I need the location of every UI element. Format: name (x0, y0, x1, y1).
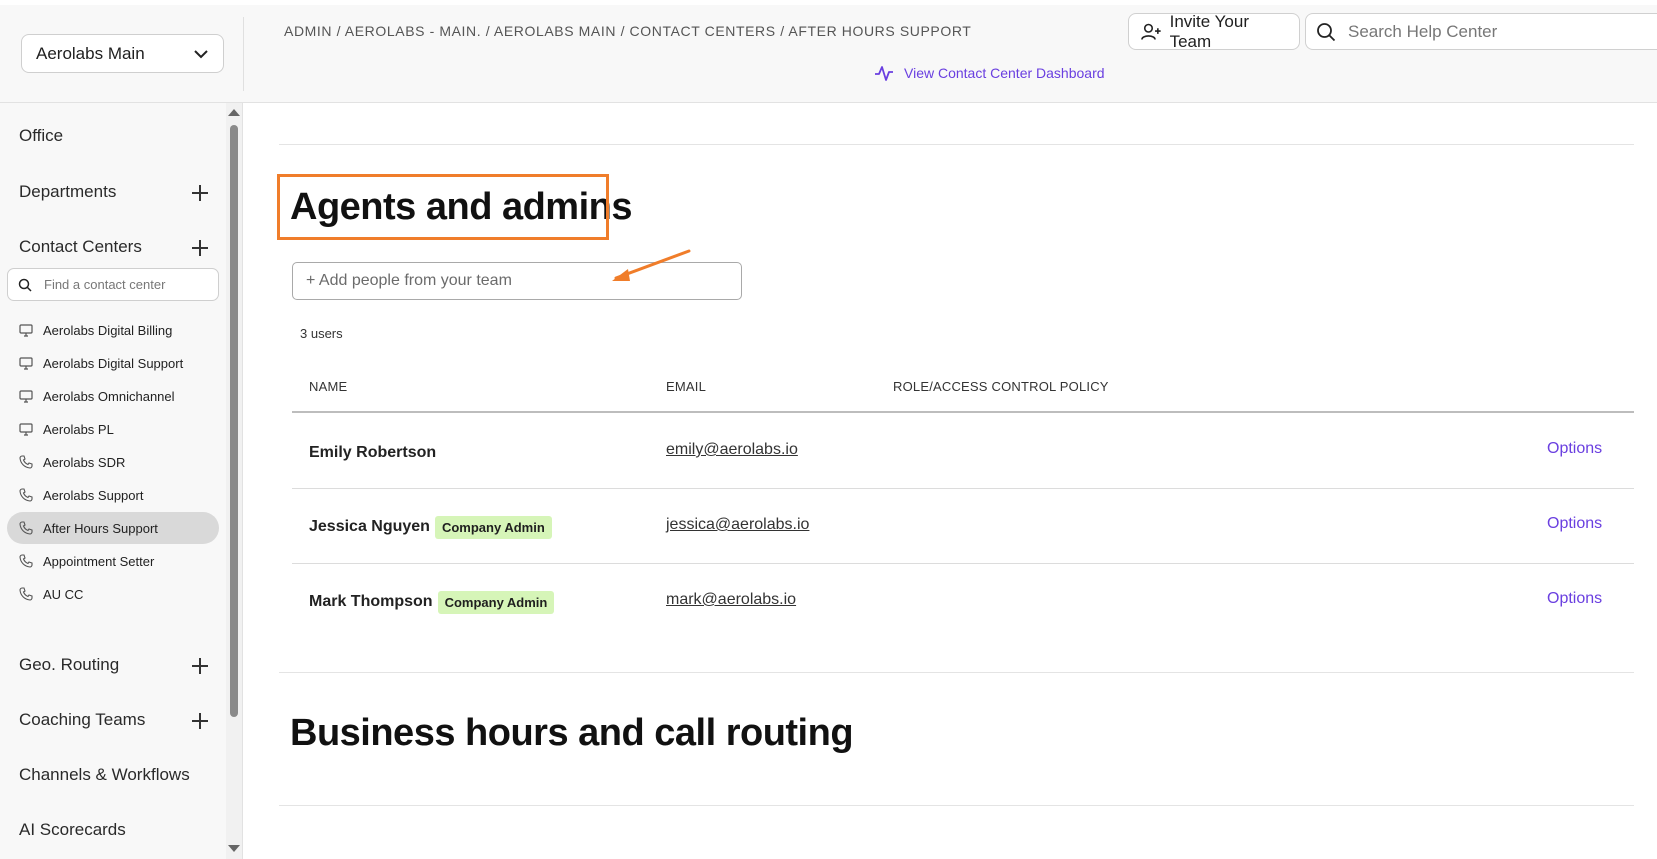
add-department-icon[interactable] (192, 185, 208, 201)
user-email-link[interactable]: jessica@aerolabs.io (666, 516, 809, 534)
header-divider (243, 17, 244, 91)
list-item-label: Aerolabs Support (43, 487, 144, 503)
scroll-down-arrow-icon[interactable] (228, 845, 240, 852)
list-item-label: After Hours Support (43, 520, 158, 536)
section-divider (279, 805, 1634, 806)
monitor-icon (19, 323, 33, 337)
sidebar-item-appointment-setter[interactable]: Appointment Setter (7, 545, 219, 577)
phone-icon (19, 521, 33, 535)
sidebar-item-channels-workflows[interactable]: Channels & Workflows (19, 765, 190, 785)
search-icon (1317, 22, 1336, 41)
table-row: Emily Robertson (309, 441, 436, 465)
column-header-email: EMAIL (666, 379, 707, 394)
org-select-label: Aerolabs Main (36, 43, 145, 63)
monitor-icon (19, 422, 33, 436)
arrow-annotation-icon (612, 249, 691, 281)
chevron-down-icon (194, 50, 208, 59)
section-divider (279, 144, 1634, 145)
sidebar-item-ai-scorecards[interactable]: AI Scorecards (19, 820, 126, 840)
options-button[interactable]: Options (1547, 440, 1602, 458)
user-email-link[interactable]: mark@aerolabs.io (666, 591, 796, 609)
sidebar-item-office[interactable]: Office (19, 126, 63, 146)
highlight-annotation-box (277, 174, 609, 240)
table-row: Jessica Nguyen Company Admin (309, 513, 552, 541)
sidebar-item-aerolabs-digital-support[interactable]: Aerolabs Digital Support (7, 347, 219, 379)
company-admin-badge: Company Admin (434, 515, 552, 539)
sidebar-item-aerolabs-sdr[interactable]: Aerolabs SDR (7, 446, 219, 478)
sidebar: Office Departments Contact Centers Find … (0, 103, 243, 859)
table-row: Mark Thompson Company Admin (309, 588, 555, 616)
row-divider (292, 563, 1634, 564)
sidebar-item-coaching-teams[interactable]: Coaching Teams (19, 710, 145, 730)
user-count: 3 users (300, 326, 343, 341)
add-user-icon (1141, 23, 1161, 40)
list-item-label: AU CC (43, 586, 84, 602)
column-header-name: NAME (309, 379, 348, 394)
scroll-thumb[interactable] (230, 125, 238, 717)
phone-icon (19, 587, 33, 601)
list-item-label: Aerolabs Digital Billing (43, 322, 173, 338)
add-people-placeholder: + Add people from your team (306, 272, 512, 289)
list-item-label: Aerolabs SDR (43, 454, 126, 470)
invite-team-label: Invite Your Team (1169, 11, 1249, 51)
monitor-icon (19, 389, 33, 403)
search-icon (18, 278, 32, 292)
add-geo-routing-icon[interactable] (192, 658, 208, 674)
sidebar-item-aerolabs-pl[interactable]: Aerolabs PL (7, 413, 219, 445)
org-select[interactable]: Aerolabs Main (21, 34, 224, 73)
sidebar-item-aerolabs-digital-billing[interactable]: Aerolabs Digital Billing (7, 314, 219, 346)
sidebar-item-au-cc[interactable]: AU CC (7, 578, 219, 610)
row-divider (292, 488, 1634, 489)
section-divider (279, 672, 1634, 673)
company-admin-badge: Company Admin (437, 590, 555, 614)
list-item-label: Aerolabs Digital Support (43, 355, 184, 371)
list-item-label: Aerolabs PL (43, 421, 114, 437)
add-contact-center-icon[interactable] (192, 240, 208, 256)
list-item-label: Aerolabs Omnichannel (43, 388, 175, 404)
sidebar-item-aerolabs-omnichannel[interactable]: Aerolabs Omnichannel (7, 380, 219, 412)
contact-center-search-placeholder: Find a contact center (44, 277, 166, 292)
user-name: Jessica Nguyen (309, 518, 430, 535)
options-button[interactable]: Options (1547, 515, 1602, 533)
search-help-placeholder: Search Help Center (1348, 21, 1498, 41)
user-name: Emily Robertson (309, 444, 437, 461)
activity-icon (875, 66, 893, 81)
phone-icon (19, 554, 33, 568)
column-header-role: ROLE/ACCESS CONTROL POLICY (893, 379, 1109, 394)
contact-center-search-input[interactable]: Find a contact center (7, 268, 219, 301)
phone-icon (19, 488, 33, 502)
scroll-up-arrow-icon[interactable] (228, 109, 240, 116)
top-header: Aerolabs Main ADMIN / AEROLABS - MAIN. /… (0, 5, 1657, 103)
user-name: Mark Thompson (309, 593, 433, 610)
sidebar-item-aerolabs-support[interactable]: Aerolabs Support (7, 479, 219, 511)
view-dashboard-link[interactable]: View Contact Center Dashboard (874, 64, 1105, 82)
sidebar-scrollbar[interactable] (226, 103, 242, 859)
breadcrumb: ADMIN / AEROLABS - MAIN. / AEROLABS MAIN… (284, 23, 972, 39)
table-header-divider (292, 411, 1634, 413)
sidebar-item-departments[interactable]: Departments (19, 182, 116, 202)
business-hours-title: Business hours and call routing (290, 712, 854, 754)
options-button[interactable]: Options (1547, 590, 1602, 608)
invite-team-button[interactable]: Invite Your Team (1128, 11, 1300, 51)
monitor-icon (19, 356, 33, 370)
sidebar-item-contact-centers[interactable]: Contact Centers (19, 237, 142, 257)
view-dashboard-label: View Contact Center Dashboard (904, 65, 1105, 81)
sidebar-item-after-hours-support[interactable]: After Hours Support (7, 512, 219, 544)
user-email-link[interactable]: emily@aerolabs.io (666, 441, 798, 459)
add-coaching-team-icon[interactable] (192, 713, 208, 729)
search-help-input[interactable]: Search Help Center (1305, 13, 1657, 50)
sidebar-item-geo-routing[interactable]: Geo. Routing (19, 655, 119, 675)
list-item-label: Appointment Setter (43, 553, 155, 569)
phone-icon (19, 455, 33, 469)
